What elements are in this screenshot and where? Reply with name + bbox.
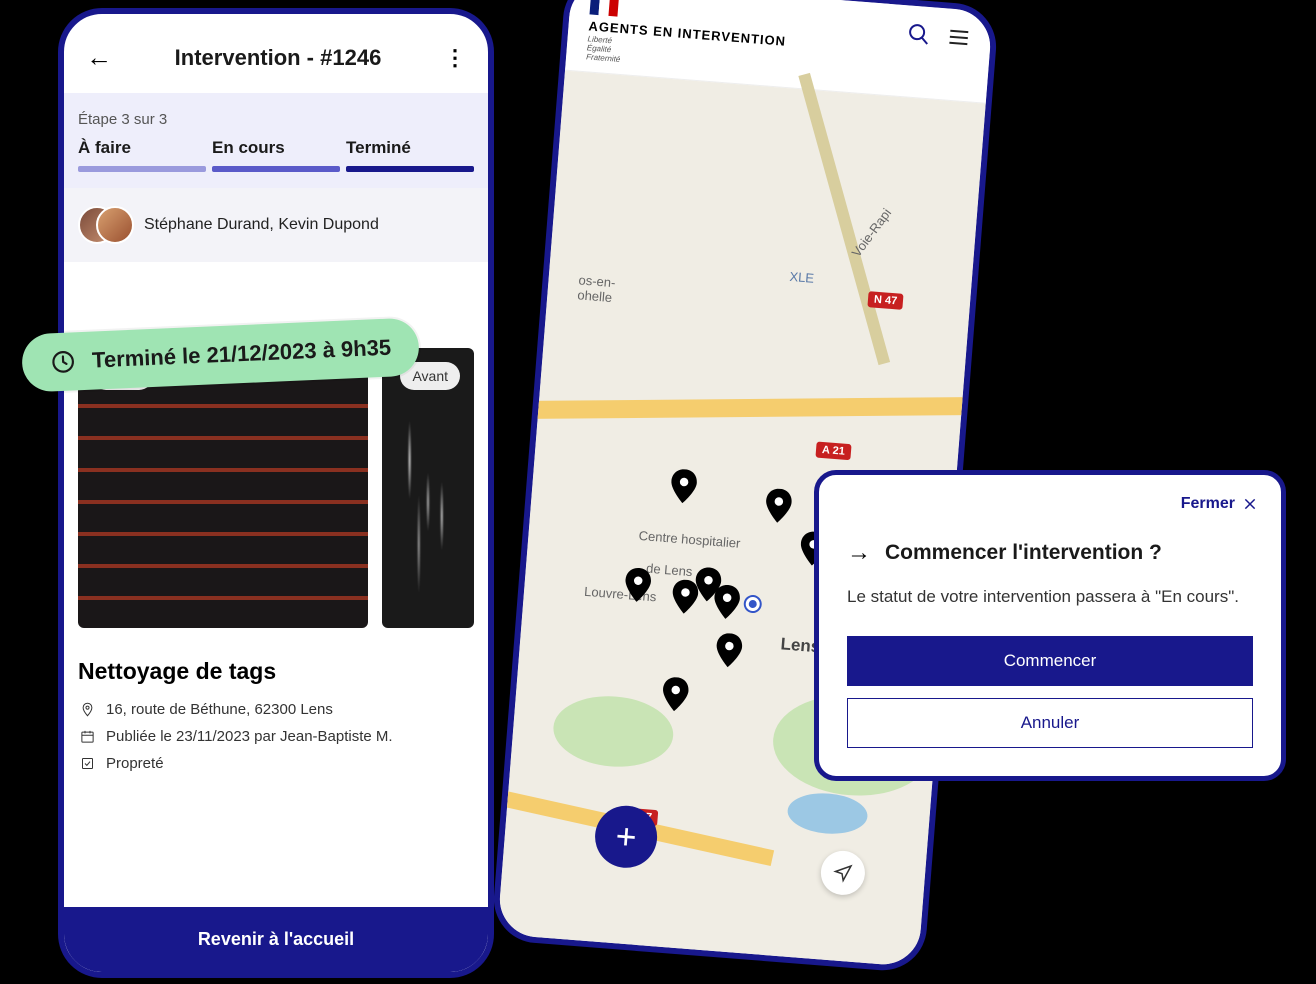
step-counter: Étape 3 sur 3 [78, 111, 474, 128]
avatar [96, 206, 134, 244]
map-pin-icon[interactable] [713, 584, 742, 620]
road-shield: A 21 [815, 442, 851, 461]
more-icon[interactable]: ⋮ [444, 45, 466, 71]
page-title: Intervention - #1246 [175, 45, 382, 71]
close-icon [1243, 497, 1257, 511]
map-label: Centre hospitalier [638, 528, 741, 551]
close-button[interactable]: Fermer [1181, 495, 1257, 513]
map-label: XLE [789, 269, 815, 286]
intervention-subtitle: Nettoyage de tags [78, 658, 474, 685]
home-button[interactable]: Revenir à l'accueil [64, 907, 488, 972]
map-pin-icon[interactable] [669, 469, 698, 505]
photo-after[interactable]: Après [78, 348, 368, 628]
progress-bar-segment [346, 166, 474, 172]
photo-before[interactable]: Avant [382, 348, 474, 628]
meta-category: Propreté [78, 755, 474, 772]
map-pin-icon[interactable] [661, 677, 690, 713]
map-pin-icon[interactable] [764, 488, 793, 524]
start-button[interactable]: Commencer [847, 636, 1253, 686]
step-label: Terminé [346, 138, 474, 158]
assignees-row: Stéphane Durand, Kevin Dupond [64, 188, 488, 262]
meta-address: 16, route de Béthune, 62300 Lens [78, 701, 474, 718]
calendar-icon [78, 729, 96, 744]
recenter-button[interactable] [819, 850, 866, 897]
avatar-stack [78, 206, 134, 244]
dialog-body: Le statut de votre intervention passera … [847, 585, 1253, 610]
step-label: En cours [212, 138, 340, 158]
map-label: de Lens [646, 561, 693, 580]
detail-phone: ← Intervention - #1246 ⋮ Étape 3 sur 3 À… [58, 8, 494, 978]
dialog-title: Commencer l'intervention ? [885, 541, 1162, 565]
clock-icon [50, 348, 77, 375]
map-label: Voie-Rapi [849, 206, 895, 260]
detail-header: ← Intervention - #1246 ⋮ [64, 14, 488, 93]
current-location-icon [745, 597, 760, 612]
road-shield: N 47 [867, 292, 903, 311]
search-icon[interactable] [906, 21, 932, 52]
menu-icon[interactable] [946, 25, 972, 56]
map-pin-icon[interactable] [671, 579, 700, 615]
progress-steps: Étape 3 sur 3 À faire En cours Terminé [64, 93, 488, 188]
french-flag-icon [590, 0, 619, 17]
map-label: os-en- ohelle [577, 273, 616, 306]
meta-published: Publiée le 23/11/2023 par Jean-Baptiste … [78, 728, 474, 745]
map-pin-icon[interactable] [715, 633, 744, 669]
category-text: Propreté [106, 755, 164, 772]
arrow-right-icon: → [847, 539, 871, 567]
map-pin-icon[interactable] [624, 567, 653, 603]
cancel-button[interactable]: Annuler [847, 698, 1253, 748]
back-icon[interactable]: ← [86, 42, 112, 73]
photo-row: Après Avant [78, 348, 474, 628]
category-icon [78, 756, 96, 771]
step-label: À faire [78, 138, 206, 158]
location-icon [78, 702, 96, 717]
published-text: Publiée le 23/11/2023 par Jean-Baptiste … [106, 728, 393, 745]
address-text: 16, route de Béthune, 62300 Lens [106, 701, 333, 718]
progress-bar-segment [78, 166, 206, 172]
confirm-dialog: Fermer → Commencer l'intervention ? Le s… [814, 470, 1286, 781]
progress-bar-segment [212, 166, 340, 172]
completed-text: Terminé le 21/12/2023 à 9h35 [92, 335, 392, 374]
assignee-names: Stéphane Durand, Kevin Dupond [144, 216, 379, 234]
